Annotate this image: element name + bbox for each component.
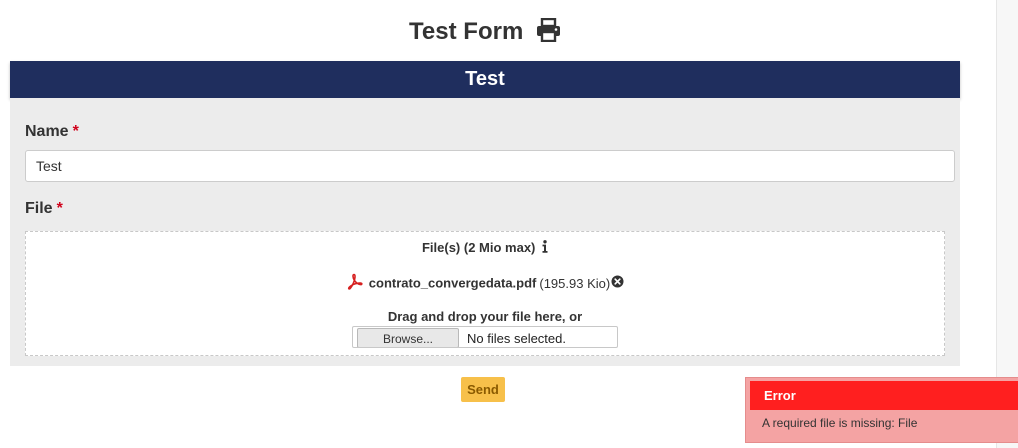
error-toast-message: A required file is missing: File	[762, 416, 918, 430]
error-toast-title: Error	[750, 381, 1018, 410]
required-marker: *	[56, 200, 63, 217]
page-title: Test Form	[0, 17, 970, 49]
pdf-icon	[346, 273, 363, 293]
uploaded-file-name: contrato_convergedata.pdf	[368, 275, 537, 291]
remove-circle-icon[interactable]	[611, 275, 624, 291]
form-panel: Name* File* File(s) (2 Mio max) contrato…	[10, 98, 960, 366]
uploaded-file-item: contrato_convergedata.pdf (195.93 Kio)	[26, 273, 944, 293]
send-button[interactable]: Send	[461, 377, 505, 402]
required-marker: *	[72, 123, 79, 140]
info-icon[interactable]	[542, 240, 548, 256]
dropzone-title-text: File(s) (2 Mio max)	[421, 240, 536, 255]
name-label-text: Name	[25, 123, 69, 140]
error-toast[interactable]: Error A required file is missing: File	[745, 377, 1018, 443]
no-file-selected-text: No files selected.	[467, 331, 566, 346]
browse-button[interactable]: Browse...	[357, 328, 459, 347]
form-banner: Test	[10, 61, 960, 98]
file-label-text: File	[25, 200, 53, 217]
file-label: File *	[25, 200, 63, 218]
dropzone-title: File(s) (2 Mio max)	[26, 240, 944, 256]
uploaded-file-size: (195.93 Kio)	[539, 275, 611, 291]
file-dropzone[interactable]: File(s) (2 Mio max) contrato_convergedat…	[25, 231, 945, 356]
file-input[interactable]: Browse... No files selected.	[352, 326, 618, 348]
page-title-text: Test Form	[409, 18, 524, 45]
name-label: Name *	[25, 123, 79, 141]
print-icon[interactable]	[536, 17, 561, 49]
drag-drop-text: Drag and drop your file here, or	[387, 309, 583, 324]
name-input[interactable]	[25, 150, 955, 182]
